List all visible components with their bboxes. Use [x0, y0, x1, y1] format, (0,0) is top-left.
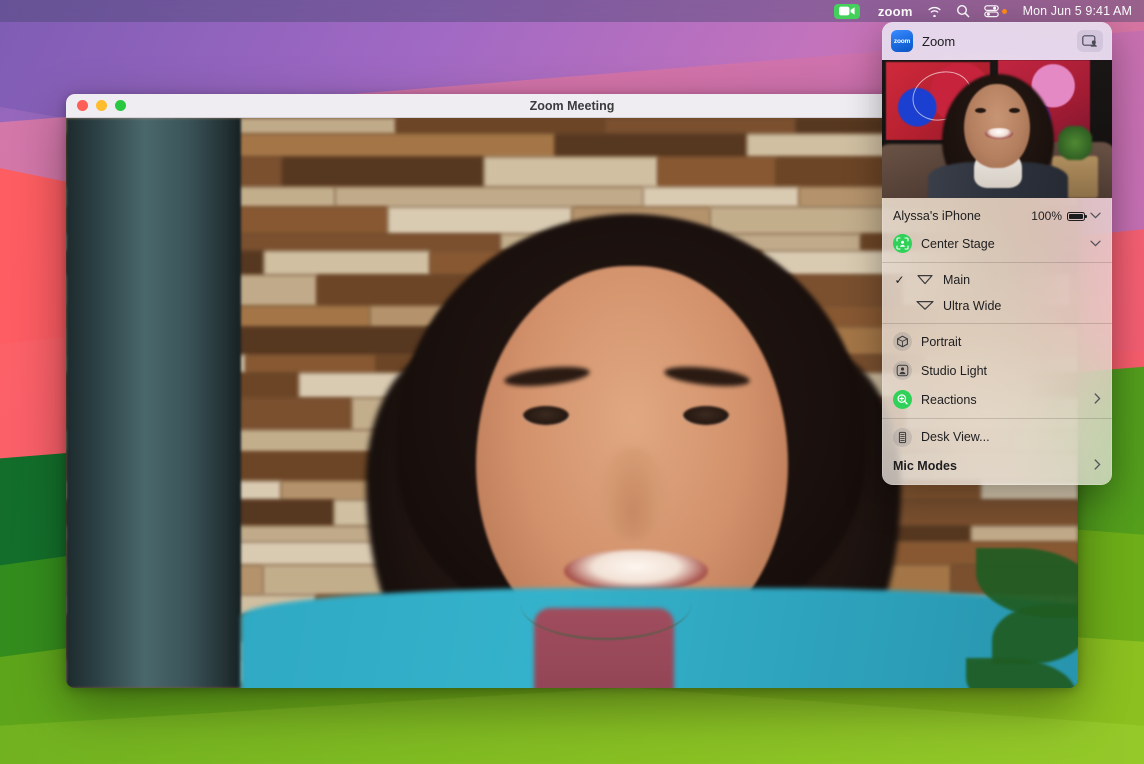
preview-plant	[1058, 126, 1092, 160]
mic-modes-row[interactable]: Mic Modes	[882, 452, 1112, 481]
wood-plank	[335, 187, 643, 207]
chevron-down-icon[interactable]	[1090, 210, 1101, 222]
menu-bar-clock[interactable]: Mon Jun 5 9:41 AM	[1016, 0, 1134, 22]
cc-app-name: Zoom	[922, 34, 1068, 49]
wifi-icon[interactable]	[920, 0, 949, 22]
lens-ultrawide-icon	[915, 300, 934, 311]
subject-eye-left	[523, 406, 569, 425]
wood-plank	[747, 134, 901, 157]
wood-plank	[606, 118, 796, 134]
menu-bar-app-name[interactable]: zoom	[871, 0, 920, 22]
subject-necklace	[521, 570, 691, 640]
lens-ultrawide-label: Ultra Wide	[943, 299, 1101, 313]
cc-app-header: zoom Zoom	[882, 22, 1112, 60]
lens-main-label: Main	[943, 273, 1101, 287]
foreground-post	[66, 118, 241, 688]
video-camera-icon	[834, 4, 860, 19]
control-center-video-panel[interactable]: zoom Zoom	[882, 22, 1112, 485]
studio-light-icon	[893, 361, 912, 380]
battery-full-icon	[1067, 212, 1085, 221]
chevron-down-icon[interactable]	[1090, 238, 1101, 250]
separator	[882, 418, 1112, 419]
effect-reactions[interactable]: Reactions	[882, 385, 1112, 414]
device-name: Alyssa's iPhone	[893, 209, 1022, 223]
separator	[882, 323, 1112, 324]
wood-plank	[484, 157, 658, 187]
camera-preview[interactable]	[882, 60, 1112, 198]
wood-plank	[971, 526, 1078, 542]
preview-subject-eye-right	[1009, 108, 1020, 113]
zoom-app-icon: zoom	[891, 30, 913, 52]
control-center-icon[interactable]	[977, 0, 1016, 22]
separator	[882, 262, 1112, 263]
reactions-label: Reactions	[921, 393, 1085, 407]
center-stage-row[interactable]: Center Stage	[882, 229, 1112, 258]
menu-bar-camera-indicator[interactable]	[827, 0, 871, 22]
recording-indicator-dot	[1002, 9, 1007, 14]
desk-view-label: Desk View...	[921, 430, 1101, 444]
desk-view-icon	[893, 428, 912, 447]
preview-subject-smile	[985, 128, 1013, 139]
subject-eye-right	[683, 406, 729, 425]
desk-view-row[interactable]: Desk View...	[882, 423, 1112, 452]
studio-light-label: Studio Light	[921, 364, 1101, 378]
battery-percent: 100%	[1031, 209, 1062, 223]
subject-nose	[602, 448, 664, 540]
lens-option-main[interactable]: ✓ Main	[882, 267, 1112, 293]
wood-plank	[246, 355, 376, 373]
effect-portrait[interactable]: Portrait	[882, 327, 1112, 356]
presenter-overlay-icon[interactable]	[1077, 30, 1103, 52]
wood-plank	[229, 134, 555, 157]
lens-main-icon	[915, 274, 934, 285]
wood-plank	[396, 118, 606, 134]
wood-plank	[555, 134, 747, 157]
effect-studio-light[interactable]: Studio Light	[882, 356, 1112, 385]
chevron-right-icon[interactable]	[1094, 393, 1101, 407]
menu-bar: zoom Mon Jun 5 9:41 AM	[0, 0, 1144, 22]
preview-subject-face	[964, 84, 1030, 168]
wood-plank	[264, 251, 430, 275]
portrait-label: Portrait	[921, 335, 1101, 349]
desktop: zoom Mon Jun 5 9:41 AM Zoom Meet	[0, 0, 1144, 764]
wood-plank	[643, 187, 799, 207]
mic-modes-label: Mic Modes	[893, 459, 1085, 473]
preview-subject-eye-left	[975, 108, 986, 113]
search-icon[interactable]	[949, 0, 977, 22]
wood-plank	[282, 157, 484, 187]
wood-plank	[658, 157, 776, 187]
checkmark-icon: ✓	[893, 273, 906, 287]
center-stage-icon	[893, 234, 912, 253]
center-stage-label: Center Stage	[921, 237, 1081, 251]
reactions-icon	[893, 390, 912, 409]
device-row[interactable]: Alyssa's iPhone 100%	[882, 203, 1112, 229]
chevron-right-icon[interactable]	[1094, 459, 1101, 473]
lens-option-ultrawide[interactable]: Ultra Wide	[882, 293, 1112, 319]
portrait-icon	[893, 332, 912, 351]
wood-plank	[211, 234, 501, 251]
zoom-app-icon-label: zoom	[894, 38, 910, 45]
